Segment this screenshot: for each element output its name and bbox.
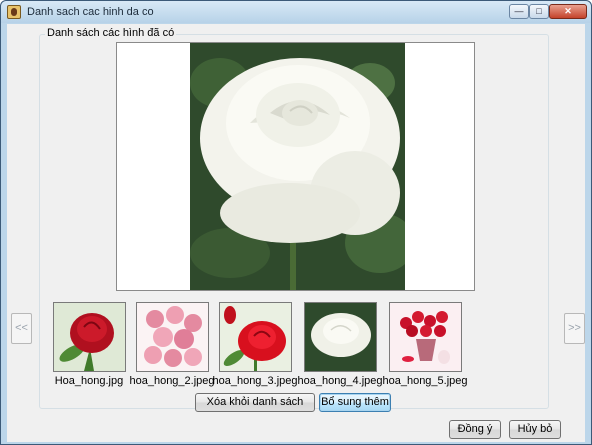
- ok-button[interactable]: Đồng ý: [449, 420, 501, 439]
- red-rose-icon: [54, 303, 125, 371]
- window-title: Danh sach cac hinh da co: [27, 6, 154, 18]
- thumbnail-label: hoa_hong_2.jpeg: [129, 375, 215, 387]
- thumbnail-hoa-hong-3[interactable]: [219, 302, 292, 372]
- cancel-button[interactable]: Hủy bỏ: [509, 420, 561, 439]
- dialog-window: Danh sach cac hinh da co — □ ✕ Danh sách…: [0, 0, 592, 445]
- thumbnail-hoa-hong-2[interactable]: [136, 302, 209, 372]
- thumbnail-hoa-hong[interactable]: [53, 302, 126, 372]
- dialog-body: Danh sách các hình đã có << >> Hoa_hong.…: [7, 24, 585, 442]
- pink-roses-icon: [137, 303, 208, 371]
- remove-from-list-button[interactable]: Xóa khỏi danh sách: [195, 393, 315, 412]
- thumbnail-label: hoa_hong_5.jpeg: [382, 375, 468, 387]
- group-title: Danh sách các hình đã có: [45, 27, 177, 39]
- close-button[interactable]: ✕: [549, 4, 587, 19]
- thumbnail-hoa-hong-4[interactable]: [304, 302, 377, 372]
- thumbnail-hoa-hong-5[interactable]: [389, 302, 462, 372]
- maximize-button[interactable]: □: [529, 4, 549, 19]
- add-more-button[interactable]: Bổ sung thêm: [319, 393, 391, 412]
- white-rose-icon: [305, 303, 376, 371]
- thumbnail-label: hoa_hong_4.jpeg: [297, 375, 383, 387]
- red-roses-icon: [220, 303, 291, 371]
- next-page-button[interactable]: >>: [564, 313, 585, 344]
- minimize-button[interactable]: —: [509, 4, 529, 19]
- rose-bouquet-icon: [390, 303, 461, 371]
- previous-page-button[interactable]: <<: [11, 313, 32, 344]
- preview-frame: [116, 42, 475, 291]
- app-icon: [7, 5, 21, 19]
- thumbnail-label: hoa_hong_3.jpeg: [212, 375, 298, 387]
- thumbnail-label: Hoa_hong.jpg: [54, 375, 124, 387]
- title-bar[interactable]: Danh sach cac hinh da co — □ ✕: [1, 1, 591, 23]
- preview-image: [190, 43, 405, 290]
